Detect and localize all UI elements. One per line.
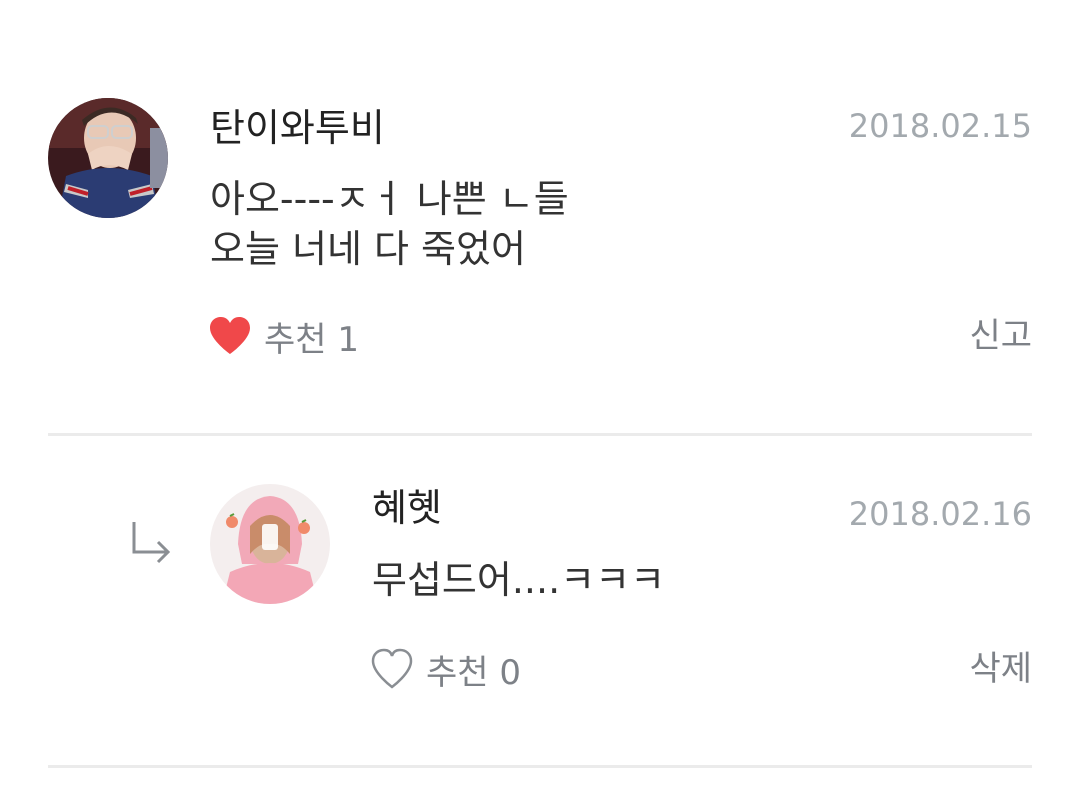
like-count-label: 추천 0: [426, 652, 521, 693]
avatar-photo: [210, 484, 330, 604]
like-count-label: 추천 1: [264, 319, 359, 360]
like-button[interactable]: 추천 0: [370, 645, 521, 693]
comment-date: 2018.02.15: [848, 107, 1032, 145]
comment-date: 2018.02.16: [848, 495, 1032, 533]
divider: [48, 765, 1032, 768]
reply-arrow-icon: [128, 520, 174, 568]
heart-filled-icon: [210, 317, 250, 354]
divider: [48, 433, 1032, 436]
heart-outline-icon: [371, 648, 413, 689]
delete-button[interactable]: 삭제: [969, 645, 1032, 693]
comment-username[interactable]: 탄이와투비: [210, 104, 385, 152]
avatar[interactable]: [210, 484, 330, 604]
reply-comment-item: 혜혯 2018.02.16 무섭드어....ㅋㅋㅋ 추천 0 삭제: [0, 437, 1080, 767]
avatar-photo: [48, 98, 168, 218]
like-button[interactable]: 추천 1: [208, 312, 359, 360]
avatar[interactable]: [48, 98, 168, 218]
comment-text: 아오----ㅈㅓ 나쁜 ㄴ들 오늘 너네 다 죽었어: [210, 177, 569, 271]
comment-item: 탄이와투비 2018.02.15 아오----ㅈㅓ 나쁜 ㄴ들 오늘 너네 다 …: [0, 0, 1080, 437]
comment-text: 무섭드어....ㅋㅋㅋ: [372, 558, 666, 602]
report-button[interactable]: 신고: [969, 312, 1032, 360]
comment-username[interactable]: 혜혯: [372, 484, 442, 532]
